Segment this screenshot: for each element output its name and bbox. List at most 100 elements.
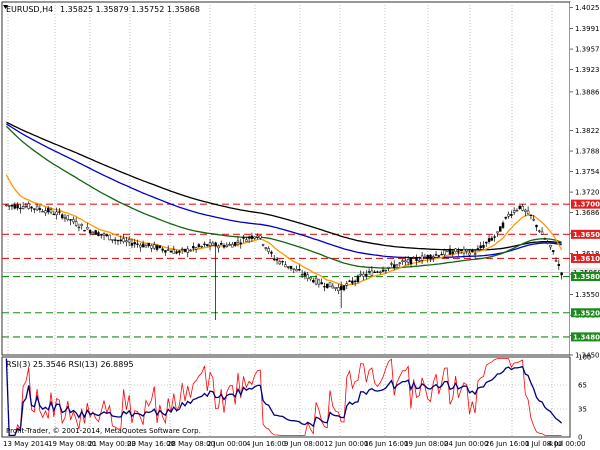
candle-body — [409, 257, 413, 265]
candle-body — [169, 250, 173, 253]
candle-body — [161, 248, 164, 251]
candle-body — [457, 251, 460, 253]
candle-body — [353, 280, 357, 283]
price-tick-label: 1.36860 — [575, 209, 600, 217]
candle-body — [133, 242, 136, 245]
candle-body — [100, 234, 103, 236]
time-tick-label: 12 Jun 00:00 — [324, 440, 368, 448]
candle-body — [236, 240, 240, 243]
candle-body — [398, 262, 402, 264]
time-tick-label: 19 Jun 08:00 — [404, 440, 448, 448]
candle-body — [434, 254, 438, 256]
price-tag-label: 1.34800 — [573, 333, 600, 341]
candle-body — [13, 204, 16, 209]
candle-body — [122, 238, 125, 242]
candle-body — [359, 273, 362, 276]
candle-body — [49, 209, 53, 213]
candle-body — [200, 245, 203, 248]
time-tick-label: 24 Jun 00:00 — [444, 440, 488, 448]
price-axis — [570, 2, 600, 355]
candle-body — [197, 244, 201, 247]
candle-body — [362, 273, 365, 277]
price-chart-area[interactable] — [1, 1, 571, 356]
rsi-tick-label: 35 — [578, 406, 587, 414]
candle-body — [448, 248, 452, 255]
candle-body — [113, 239, 117, 241]
candle-body — [94, 230, 97, 235]
candle-body — [217, 245, 220, 249]
candle-body — [256, 235, 259, 238]
candle-body — [52, 213, 56, 216]
candle-body — [86, 227, 89, 230]
price-tick-label: 1.38220 — [575, 127, 600, 135]
price-tag-label: 1.35800 — [573, 273, 600, 281]
candle-body — [479, 245, 482, 249]
candle-body — [24, 205, 28, 208]
price-tick-label: 1.39910 — [575, 25, 600, 33]
candle-body — [66, 215, 70, 220]
candle-body — [387, 266, 390, 269]
candle-body — [206, 244, 209, 247]
candle-body — [250, 235, 254, 239]
candle-body — [401, 260, 404, 263]
candle-body — [471, 249, 474, 253]
chart-symbol: EURUSD,H4 — [6, 5, 53, 14]
candle-body — [180, 248, 184, 251]
candle-body — [35, 205, 39, 211]
candle-body — [406, 259, 410, 263]
candle-body — [373, 271, 376, 273]
candle-body — [326, 283, 329, 289]
candle-body — [203, 243, 206, 245]
candle-body — [462, 248, 466, 254]
candle-body — [136, 243, 139, 245]
candle-body — [259, 235, 262, 239]
candle-body — [432, 256, 435, 258]
candle-body — [331, 285, 335, 289]
candle-body — [153, 244, 156, 249]
candle-body — [270, 251, 273, 254]
candle-body — [538, 230, 541, 232]
price-tick-label: 1.38860 — [575, 88, 600, 96]
candle-body — [30, 206, 33, 209]
candle-body — [339, 285, 343, 291]
candle-body — [512, 210, 516, 213]
candle-body — [540, 231, 544, 235]
candle-body — [392, 264, 396, 268]
rsi-chart-area[interactable] — [1, 356, 571, 438]
candle-body — [116, 239, 120, 242]
candle-body — [317, 279, 321, 285]
candle-body — [560, 272, 563, 276]
candle-body — [445, 249, 449, 252]
rsi-title: RSI(3) 25.3546 RSI(13) 26.8895 — [6, 360, 134, 369]
candle-body — [97, 232, 100, 237]
candle-body — [211, 242, 215, 246]
candle-body — [264, 247, 268, 249]
candle-body — [58, 211, 61, 213]
candle-body — [507, 214, 510, 217]
candle-body — [412, 256, 415, 259]
candle-body — [404, 260, 407, 263]
candle-body — [247, 236, 251, 239]
candle-body — [5, 204, 8, 207]
candle-body — [524, 209, 527, 212]
candle-body — [172, 249, 176, 254]
candle-body — [284, 264, 287, 268]
candle-body — [228, 243, 231, 246]
candle-body — [379, 271, 382, 273]
price-tag-label: 1.36500 — [573, 231, 600, 239]
candle-body — [55, 211, 58, 216]
candle-body — [80, 224, 83, 226]
candle-body — [186, 248, 189, 253]
candle-body — [370, 270, 374, 276]
candle-body — [88, 230, 92, 234]
candle-body — [108, 234, 111, 241]
candle-body — [41, 210, 44, 213]
candle-body — [345, 283, 349, 286]
candle-body — [342, 285, 346, 291]
candle-body — [312, 280, 315, 283]
candle-body — [554, 260, 558, 262]
candle-body — [504, 216, 508, 219]
candle-body — [83, 230, 86, 232]
candle-body — [468, 252, 471, 256]
candle-body — [289, 265, 293, 269]
